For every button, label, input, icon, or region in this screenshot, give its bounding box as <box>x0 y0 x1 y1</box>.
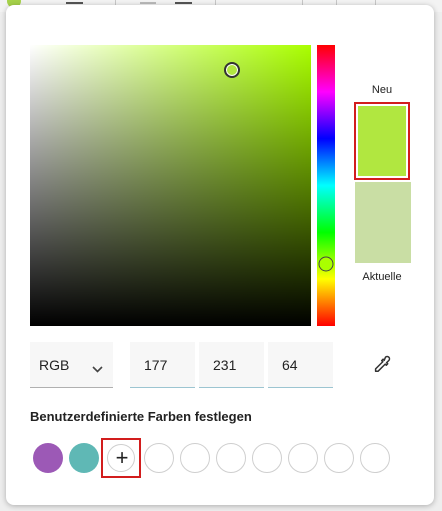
color-mode-select[interactable]: RGB <box>30 342 113 388</box>
blue-channel-input[interactable]: 64 <box>268 342 333 388</box>
empty-color-slot[interactable] <box>180 443 210 473</box>
empty-color-slot[interactable] <box>252 443 282 473</box>
empty-color-slot[interactable] <box>288 443 318 473</box>
eyedropper-icon[interactable] <box>370 353 394 377</box>
background-toolbar-line <box>66 2 83 4</box>
current-color-swatch[interactable] <box>355 182 411 263</box>
saturation-value-thumb[interactable] <box>224 62 241 79</box>
chevron-down-icon <box>92 360 103 378</box>
empty-color-slot[interactable] <box>144 443 174 473</box>
new-color-fill <box>358 106 406 176</box>
background-toolbar-line <box>140 2 156 4</box>
add-custom-color-button[interactable]: + <box>101 438 141 478</box>
empty-color-slot[interactable] <box>216 443 246 473</box>
background-toolbar-line <box>175 2 192 4</box>
hue-slider[interactable] <box>317 45 335 326</box>
current-color-label: Aktuelle <box>362 271 402 283</box>
new-color-swatch <box>354 102 410 180</box>
green-channel-input[interactable]: 231 <box>199 342 264 388</box>
custom-colors-title: Benutzerdefinierte Farben festlegen <box>30 409 252 424</box>
hue-thumb[interactable] <box>318 256 334 272</box>
plus-icon: + <box>115 445 129 470</box>
add-custom-color-circle: + <box>107 444 135 472</box>
color-picker-panel: Neu Aktuelle RGB 177 231 64 Benutzerdefi… <box>6 5 434 505</box>
empty-color-slot[interactable] <box>324 443 354 473</box>
red-channel-input[interactable]: 177 <box>130 342 195 388</box>
custom-color-swatch[interactable] <box>69 443 99 473</box>
custom-color-swatch[interactable] <box>33 443 63 473</box>
new-color-label: Neu <box>371 84 393 96</box>
empty-color-slot[interactable] <box>360 443 390 473</box>
color-mode-value: RGB <box>39 357 70 373</box>
saturation-value-area[interactable] <box>30 45 311 326</box>
